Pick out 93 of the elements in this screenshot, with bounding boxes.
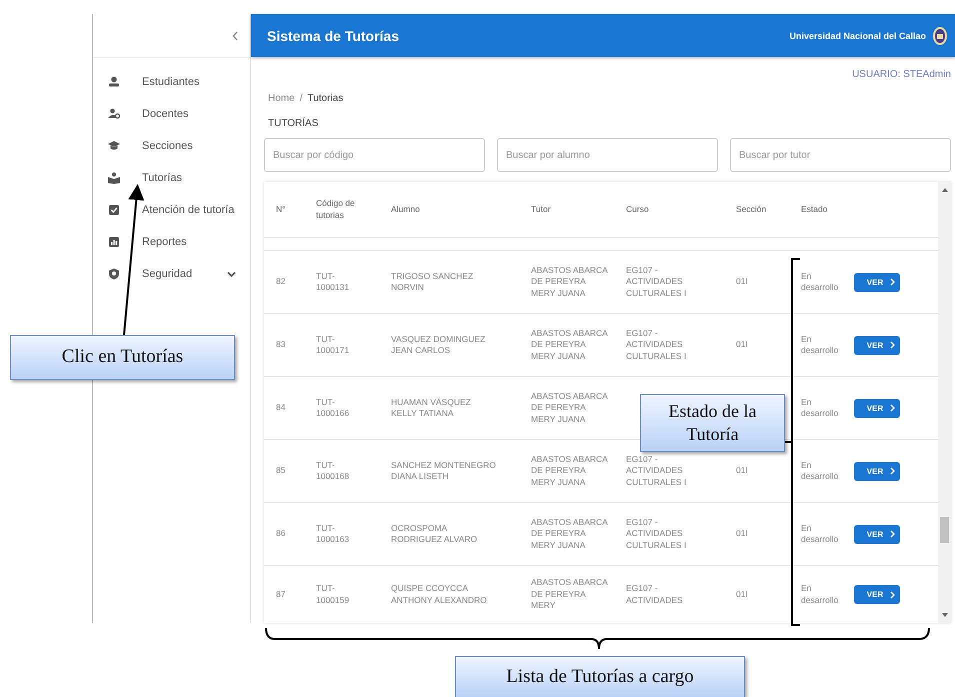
search-field[interactable]: Buscar por código: [264, 138, 485, 172]
table-cell-text: 01I: [735, 528, 749, 540]
chevron-right-icon: [890, 530, 896, 538]
view-button[interactable]: VER: [854, 398, 900, 418]
table-cell-text: 87: [275, 588, 286, 600]
table-cell-text: EG107 - ACTIVIDADES: [625, 583, 684, 606]
table-cell-text: ABASTOS ABARCA DE PEREYRA MERY JUANA: [530, 264, 609, 300]
sidebar-item[interactable]: Seguridad: [93, 258, 250, 290]
table-cell-text: TUT-1000166: [315, 396, 350, 420]
column-header: Sección: [735, 204, 768, 216]
scrollbar-thumb[interactable]: [940, 517, 949, 543]
table-cell-text: 82: [275, 276, 286, 288]
search-field[interactable]: Buscar por tutor: [730, 138, 951, 172]
column-header: Estado: [800, 204, 828, 216]
search-field[interactable]: Buscar por alumno: [497, 138, 718, 172]
callout-label: Estado de la Tutoría: [640, 394, 785, 452]
table-cell-text: 83: [275, 339, 286, 351]
table-cell-text: TUT-1000159: [315, 583, 350, 606]
table-cell-text: En desarrollo: [800, 396, 840, 420]
reader-icon: [108, 172, 120, 184]
table-cell-text: 01I: [735, 339, 749, 351]
view-button[interactable]: VER: [854, 585, 900, 604]
breadcrumb-link[interactable]: Home: [268, 93, 295, 104]
collapse-icon[interactable]: [232, 30, 238, 40]
table-cell-text: 01I: [735, 276, 749, 288]
callout-label: Lista de Tutorías a cargo: [455, 656, 745, 697]
table-cell-text: TUT-1000168: [315, 460, 350, 482]
column-header: Alumno: [390, 204, 421, 216]
scroll-up-icon[interactable]: [942, 188, 948, 192]
table-cell-text: En desarrollo: [800, 460, 840, 482]
page-title: TUTORÍAS: [268, 118, 320, 129]
university-logo-drawing: [932, 26, 948, 46]
university-name: Universidad Nacional del Callao: [789, 30, 926, 40]
breadcrumb-current: Tutorias: [307, 93, 344, 104]
table-cell-text: OCROSPOMA RODRIGUEZ ALVARO: [390, 522, 478, 546]
table-cell-text: 01I: [735, 465, 749, 477]
table-cell-text: 84: [275, 402, 286, 414]
chevron-right-icon: [890, 404, 896, 412]
column-header: Código de tutorias: [315, 198, 356, 221]
chevron-right-icon: [890, 341, 896, 349]
table-cell-text: En desarrollo: [800, 270, 840, 294]
table-cell-text: 86: [275, 528, 286, 540]
sidebar-item[interactable]: Docentes: [93, 98, 250, 130]
sidebar-item[interactable]: Tutorías: [93, 162, 250, 194]
view-button[interactable]: VER: [854, 462, 900, 480]
table-cell-text: VASQUEZ DOMINGUEZ JEAN CARLOS: [390, 334, 486, 356]
table-cell-text: EG107 - ACTIVIDADES CULTURALES I: [625, 454, 688, 488]
table-cell-text: 85: [275, 465, 286, 477]
table-cell-text: SANCHEZ MONTENEGRO DIANA LISETH: [390, 460, 497, 482]
app-title: Sistema de Tutorías: [267, 28, 400, 44]
column-header: N°: [275, 204, 287, 216]
person-icon: [108, 76, 120, 88]
chevron-right-icon: [890, 590, 896, 598]
table-cell-text: TUT-1000131: [315, 270, 350, 294]
view-button[interactable]: VER: [854, 524, 900, 544]
graduation-cap-icon: [108, 140, 120, 152]
sidebar-item[interactable]: Secciones: [93, 130, 250, 162]
table-cell-text: TUT-1000171: [315, 334, 350, 356]
chevron-right-icon: [890, 467, 896, 475]
table-cell-text: En desarrollo: [800, 583, 840, 606]
sidebar-item[interactable]: Atención de tutoría: [93, 194, 250, 226]
table-cell-text: EG107 - ACTIVIDADES CULTURALES I: [625, 328, 688, 362]
column-header: Tutor: [530, 204, 552, 216]
table-cell-text: 01I: [735, 588, 749, 600]
table-cell-text: ABASTOS ABARCA DE PEREYRA MERY JUANA: [530, 390, 609, 426]
column-header: Curso: [625, 204, 650, 216]
view-button[interactable]: VER: [854, 272, 900, 292]
breadcrumb-separator: /: [300, 93, 302, 104]
person-icon: [108, 108, 120, 120]
shield-icon: [108, 268, 120, 280]
table-cell-text: ABASTOS ABARCA DE PEREYRA MERY JUANA: [530, 516, 609, 552]
scroll-down-icon[interactable]: [942, 613, 948, 617]
sidebar-item[interactable]: Estudiantes: [93, 66, 250, 98]
table-cell-text: ABASTOS ABARCA DE PEREYRA MERY: [530, 577, 609, 612]
callout-label: Clic en Tutorías: [10, 335, 235, 380]
table-cell-text: TUT-1000163: [315, 522, 350, 546]
checkbox-icon: [108, 204, 120, 216]
table-cell-text: QUISPE CCOYCCA ANTHONY ALEXANDRO: [390, 583, 488, 606]
view-button[interactable]: VER: [854, 336, 900, 354]
table-cell-text: En desarrollo: [800, 334, 840, 356]
table-cell-text: EG107 - ACTIVIDADES CULTURALES I: [625, 264, 688, 300]
chevron-down-icon: [227, 271, 236, 277]
user-label: USUARIO: STEAdmin: [852, 69, 951, 80]
chevron-right-icon: [890, 278, 896, 286]
table-cell-text: EG107 - ACTIVIDADES CULTURALES I: [625, 516, 688, 552]
table-cell-text: En desarrollo: [800, 522, 840, 546]
table-cell-text: HUAMAN VÁSQUEZ KELLY TATIANA: [390, 396, 472, 420]
table-cell-text: ABASTOS ABARCA DE PEREYRA MERY JUANA: [530, 454, 609, 488]
table-cell-text: TRIGOSO SANCHEZ NORVIN: [390, 270, 474, 294]
scrollbar[interactable]: [938, 182, 951, 623]
chart-icon: [108, 236, 120, 248]
table-cell-text: ABASTOS ABARCA DE PEREYRA MERY JUANA: [530, 328, 609, 362]
sidebar-item[interactable]: Reportes: [93, 226, 250, 258]
